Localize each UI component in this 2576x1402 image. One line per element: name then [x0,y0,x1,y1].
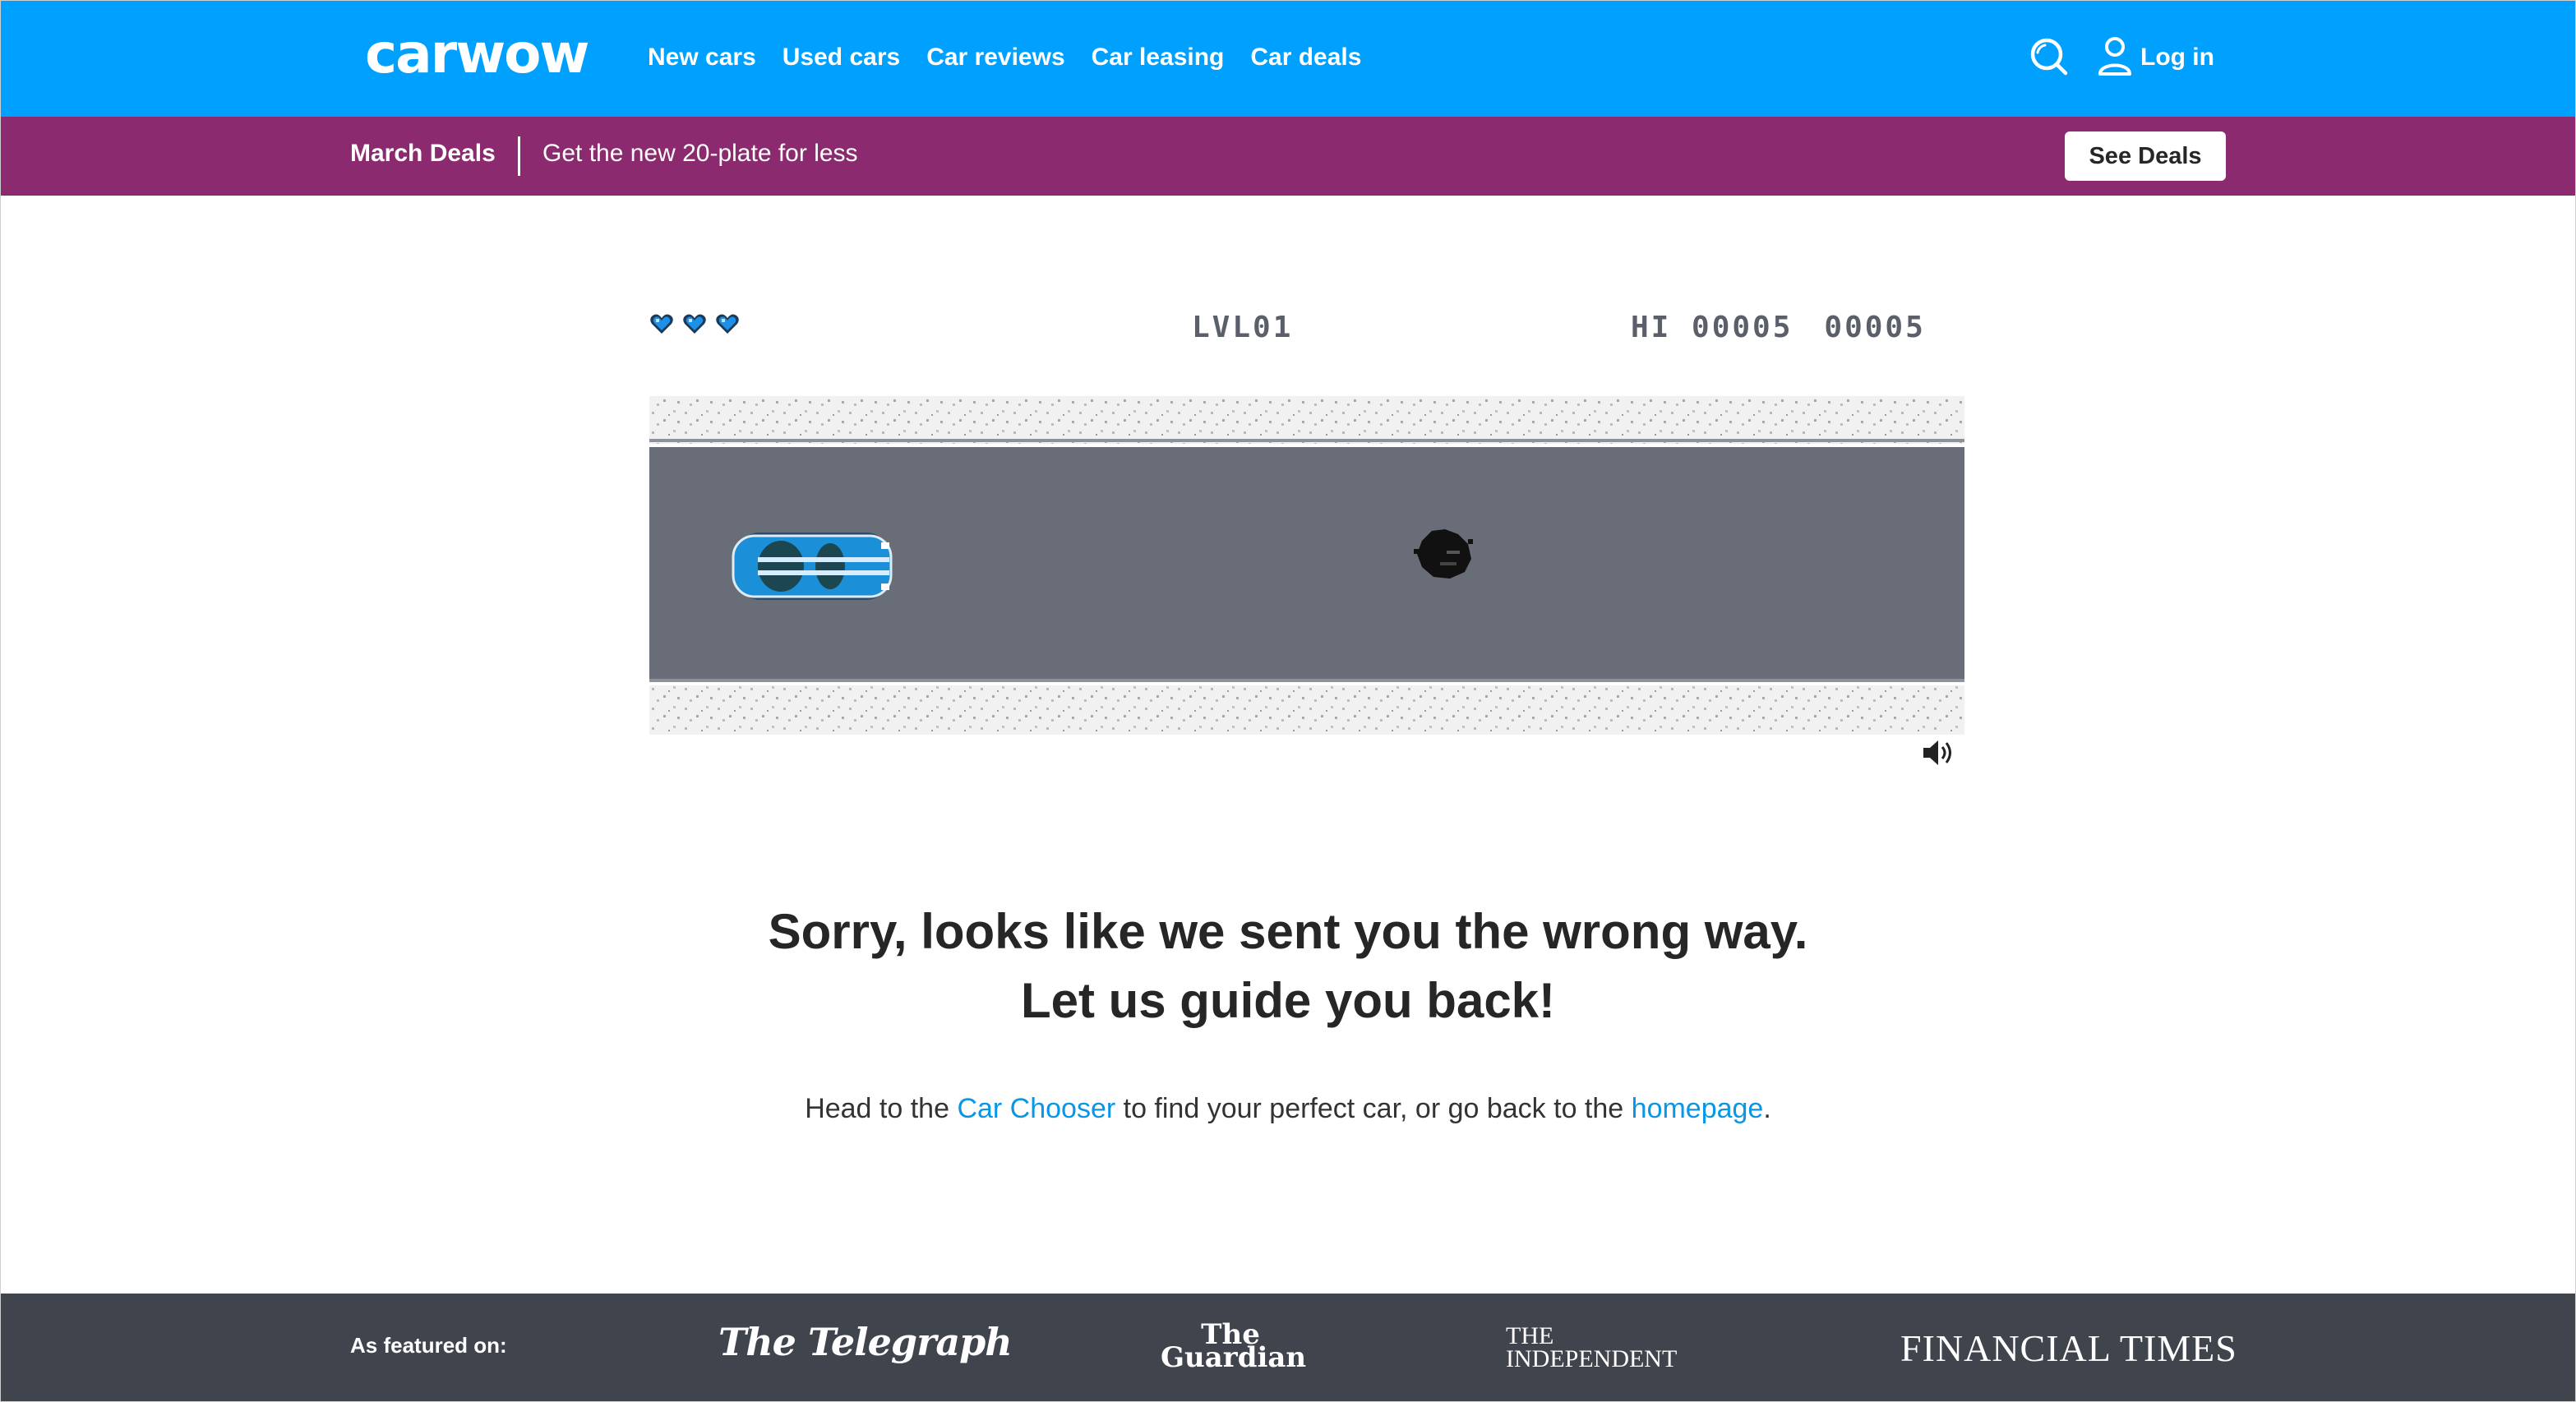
lives-indicator [649,312,740,335]
guardian-logo: The Guardian [1161,1318,1307,1374]
headline-line-1: Sorry, looks like we sent you the wrong … [768,904,1808,959]
carwow-logo[interactable]: carwow [365,25,589,84]
hi-score: HI 00005 [1631,311,1794,344]
deals-title: March Deals [350,140,496,167]
roadside-bottom [649,679,1964,735]
roadside-top [649,396,1964,444]
guardian-text: The Guardian [1161,1318,1307,1374]
independent-logo: THE INDEPENDENT [1506,1322,1695,1372]
deals-text: Get the new 20-plate for less [542,140,858,167]
speaker-icon[interactable] [1920,735,1956,771]
nav-car-reviews[interactable]: Car reviews [926,44,1064,71]
current-score: 00005 [1824,311,1926,344]
nav-car-deals[interactable]: Car deals [1250,44,1361,71]
homepage-link[interactable]: homepage [1632,1093,1764,1124]
car-chooser-link[interactable]: Car Chooser [957,1093,1115,1124]
guidance-prefix: Head to the [805,1093,958,1124]
nav-used-cars[interactable]: Used cars [782,44,900,71]
guidance-middle: to find your perfect car, or go back to … [1115,1093,1632,1124]
heart-icon [716,314,739,334]
featured-label: As featured on: [350,1333,507,1358]
user-icon [2096,35,2134,81]
site-header: carwow New cars Used cars Car reviews Ca… [0,0,2576,117]
guidance-text: Head to the Car Chooser to find your per… [0,1093,2576,1125]
score-display: HI 00005 00005 [1631,311,1926,344]
search-icon[interactable] [2027,35,2073,81]
deals-banner: March Deals Get the new 20-plate for les… [0,117,2576,196]
deals-divider [518,136,520,176]
main-nav: New cars Used cars Car reviews Car leasi… [648,35,1387,81]
login-button[interactable]: Log in [2096,33,2214,82]
headline-line-2: Let us guide you back! [1020,973,1556,1028]
player-car [732,533,893,600]
game-canvas[interactable] [649,388,1964,736]
level-label: LVL01 [1192,311,1294,344]
independent-text: THE INDEPENDENT [1506,1322,1678,1372]
nav-new-cars[interactable]: New cars [648,44,756,71]
nav-car-leasing[interactable]: Car leasing [1092,44,1225,71]
financial-times-logo: FINANCIAL TIMES [1900,1327,2237,1369]
heart-icon [650,314,673,334]
heart-icon [683,314,706,334]
guidance-suffix: . [1763,1093,1771,1124]
error-headline: Sorry, looks like we sent you the wrong … [0,897,2576,1035]
press-footer: As featured on: The Telegraph The Guardi… [0,1294,2576,1402]
see-deals-button[interactable]: See Deals [2065,131,2226,181]
telegraph-logo: The Telegraph [718,1320,1013,1364]
login-label: Log in [2140,44,2214,71]
